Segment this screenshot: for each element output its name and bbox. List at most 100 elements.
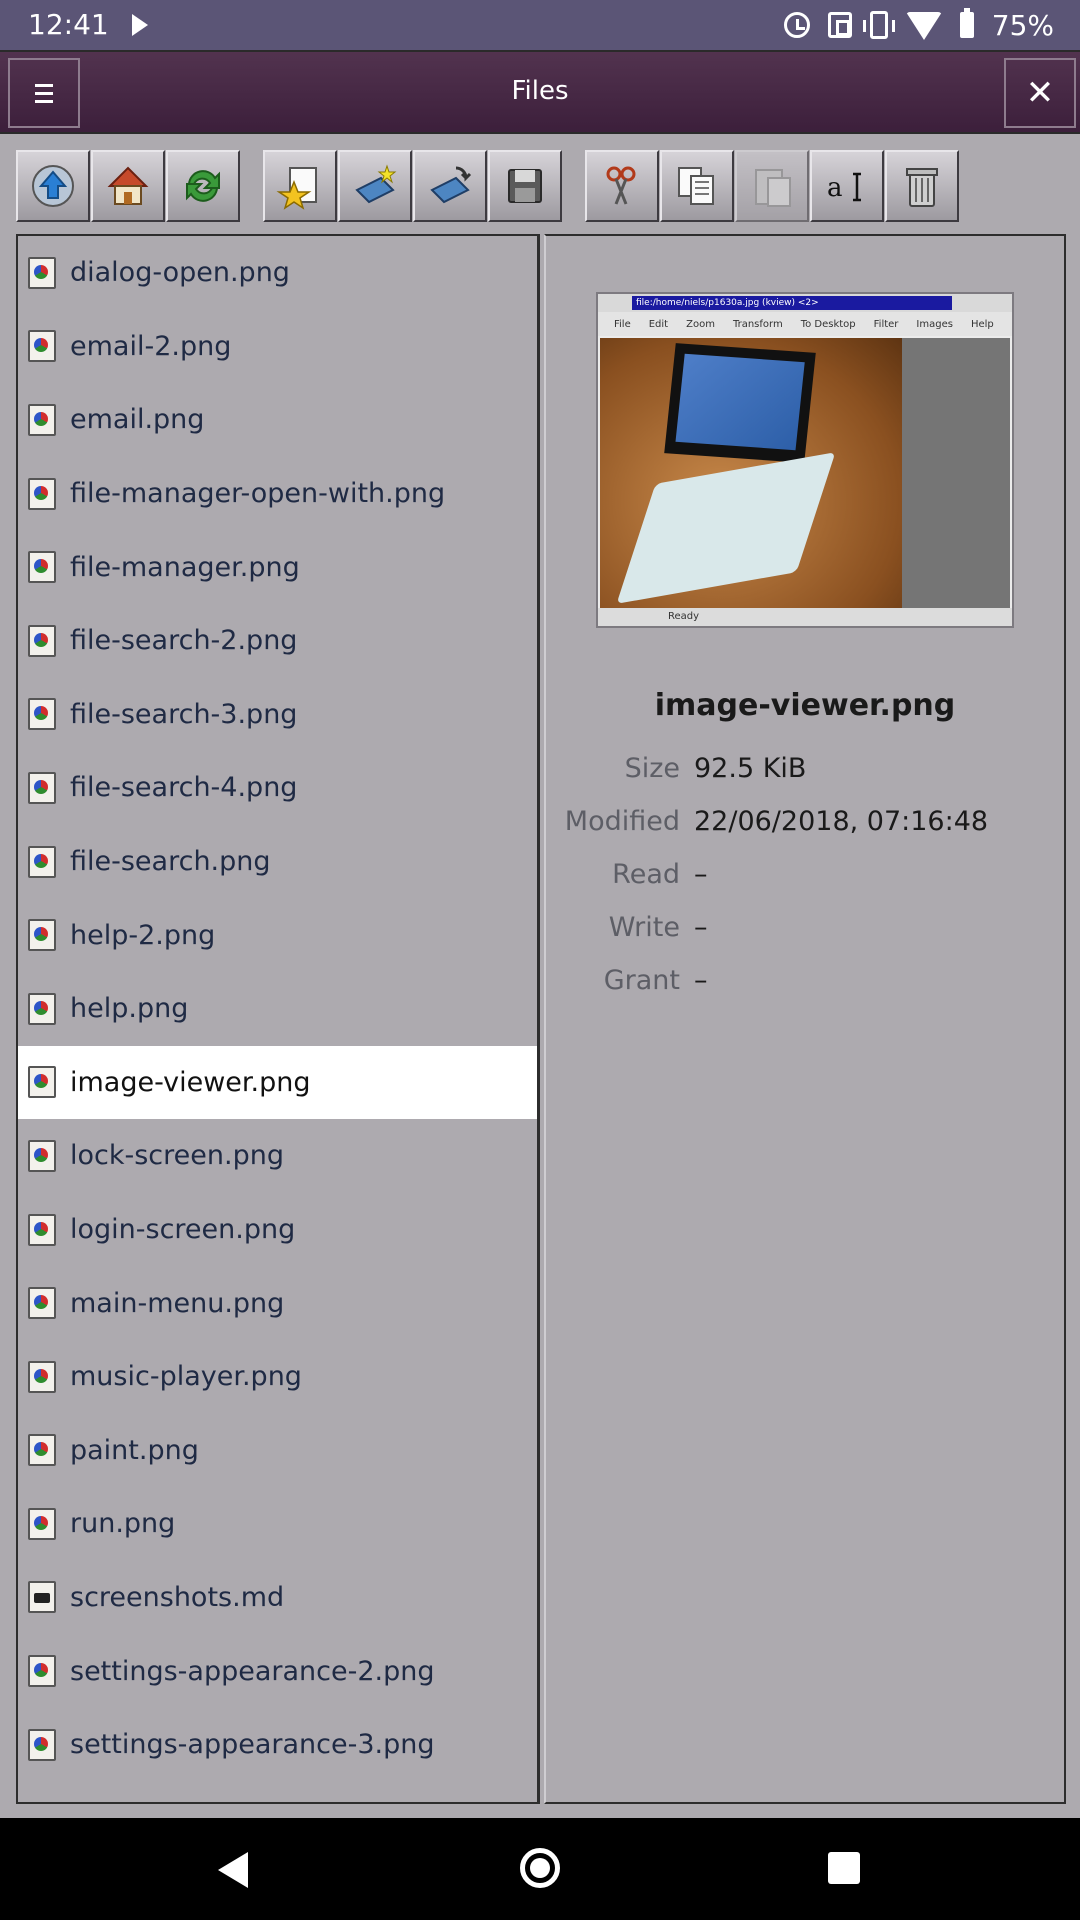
image-file-icon — [28, 771, 56, 804]
property-label: Size — [624, 753, 680, 784]
file-name: paint.png — [70, 1434, 199, 1466]
image-file-icon — [28, 1287, 56, 1320]
image-file-icon — [28, 919, 56, 952]
list-item[interactable]: settings-appearance-2.png — [18, 1634, 537, 1708]
cut-button[interactable] — [585, 150, 659, 222]
list-item-selected[interactable]: image-viewer.png — [18, 1045, 537, 1120]
property-value: – — [694, 859, 708, 890]
svg-text:a: a — [827, 173, 843, 203]
list-item[interactable]: music-player.png — [18, 1340, 537, 1414]
preview-menu-item: To Desktop — [800, 318, 856, 330]
image-file-icon — [28, 1213, 56, 1246]
preview-menu-item: Images — [916, 318, 953, 330]
list-item[interactable]: lock-screen.png — [18, 1119, 537, 1193]
image-file-icon — [28, 992, 56, 1025]
image-file-icon — [28, 1066, 56, 1099]
list-item[interactable]: email-2.png — [18, 310, 537, 384]
property-size: Size 92.5 KiB — [546, 742, 1064, 795]
preview-menu-item: Transform — [732, 318, 783, 330]
image-file-icon — [28, 1728, 56, 1761]
file-name: image-viewer.png — [70, 1066, 311, 1098]
selected-file-name: image-viewer.png — [654, 688, 956, 723]
list-item[interactable]: file-search-2.png — [18, 604, 537, 678]
list-item[interactable]: file-search.png — [18, 825, 537, 899]
list-item[interactable]: help-2.png — [18, 898, 537, 972]
rename-button[interactable]: a — [810, 150, 884, 222]
file-list: dialog-open.png email-2.png email.png file-… — [18, 236, 537, 1782]
nfc-icon — [827, 12, 852, 38]
file-name: email-2.png — [70, 330, 232, 362]
image-file-icon — [28, 330, 56, 363]
file-name: dialog-open.png — [70, 257, 290, 289]
image-file-icon — [28, 1360, 56, 1393]
list-item[interactable]: file-search-4.png — [18, 751, 537, 825]
list-item[interactable]: paint.png — [18, 1414, 537, 1488]
image-file-icon — [28, 1507, 56, 1540]
image-preview: file:/home/niels/p1630a.jpg (kview) <2> … — [596, 292, 1014, 628]
preview-titlebar: file:/home/niels/p1630a.jpg (kview) <2> — [598, 294, 1012, 312]
file-list-pane[interactable]: dialog-open.png email-2.png email.png file-… — [16, 234, 540, 1804]
file-name: email.png — [70, 404, 205, 436]
image-file-icon — [28, 698, 56, 731]
property-grant: Grant – — [546, 954, 1064, 1007]
list-item[interactable]: help.png — [18, 972, 537, 1046]
list-item[interactable]: login-screen.png — [18, 1193, 537, 1267]
home-icon — [107, 166, 149, 205]
file-name: file-search-2.png — [70, 625, 298, 657]
go-up-button[interactable] — [16, 150, 90, 222]
list-item[interactable]: settings-appearance-3.png — [18, 1708, 537, 1782]
new-folder-button[interactable] — [338, 150, 412, 222]
property-label: Modified — [564, 806, 680, 837]
new-folder-icon — [355, 164, 397, 204]
file-name: file-search-4.png — [70, 772, 298, 804]
trash-icon — [906, 168, 938, 207]
paste-button[interactable] — [735, 150, 809, 222]
bookmark-icon — [276, 167, 317, 210]
home-button[interactable] — [91, 150, 165, 222]
status-icons: 75% — [783, 6, 1054, 44]
file-name: main-menu.png — [70, 1287, 285, 1319]
property-write: Write – — [546, 901, 1064, 954]
delete-button[interactable] — [885, 150, 959, 222]
property-value: 22/06/2018, 07:16:48 — [694, 806, 989, 837]
file-name: help-2.png — [70, 919, 216, 951]
list-item[interactable]: file-search-3.png — [18, 678, 537, 752]
file-name: login-screen.png — [70, 1214, 296, 1246]
image-file-icon — [28, 551, 56, 584]
open-folder-button[interactable] — [413, 150, 487, 222]
list-item[interactable]: run.png — [18, 1487, 537, 1561]
file-name: settings-appearance-3.png — [70, 1729, 435, 1761]
preview-photo — [600, 338, 902, 610]
copy-icon — [678, 167, 714, 205]
refresh-button[interactable] — [166, 150, 240, 222]
list-item[interactable]: file-manager-open-with.png — [18, 457, 537, 531]
preview-menu-item: Edit — [648, 318, 669, 330]
list-item[interactable]: email.png — [18, 383, 537, 457]
recents-icon[interactable] — [828, 1852, 860, 1884]
close-button[interactable]: ✕ — [1004, 58, 1076, 128]
copy-button[interactable] — [660, 150, 734, 222]
image-file-icon — [28, 1139, 56, 1172]
rename-icon: a — [827, 172, 861, 203]
text-file-icon — [28, 1581, 56, 1614]
floppy-icon — [508, 169, 542, 203]
bookmark-button[interactable] — [263, 150, 337, 222]
tablet-keyboard — [616, 452, 836, 604]
navigation-bar — [0, 1818, 1080, 1920]
window-title: Files — [511, 76, 569, 106]
home-nav-icon[interactable] — [520, 1848, 560, 1888]
save-button[interactable] — [488, 150, 562, 222]
preview-menu-item: Zoom — [686, 318, 715, 330]
toolbar: a — [0, 136, 1080, 232]
tablet-screen — [664, 343, 816, 463]
list-item[interactable]: main-menu.png — [18, 1266, 537, 1340]
file-name: help.png — [70, 993, 189, 1025]
list-item[interactable]: screenshots.md — [18, 1561, 537, 1635]
vibrate-icon — [862, 11, 895, 39]
preview-status: Ready — [598, 608, 1012, 626]
list-item[interactable]: dialog-open.png — [18, 236, 537, 310]
battery-percent: 75% — [991, 8, 1054, 42]
list-item[interactable]: file-manager.png — [18, 530, 537, 604]
battery-icon — [959, 8, 974, 38]
back-icon[interactable] — [218, 1852, 248, 1888]
